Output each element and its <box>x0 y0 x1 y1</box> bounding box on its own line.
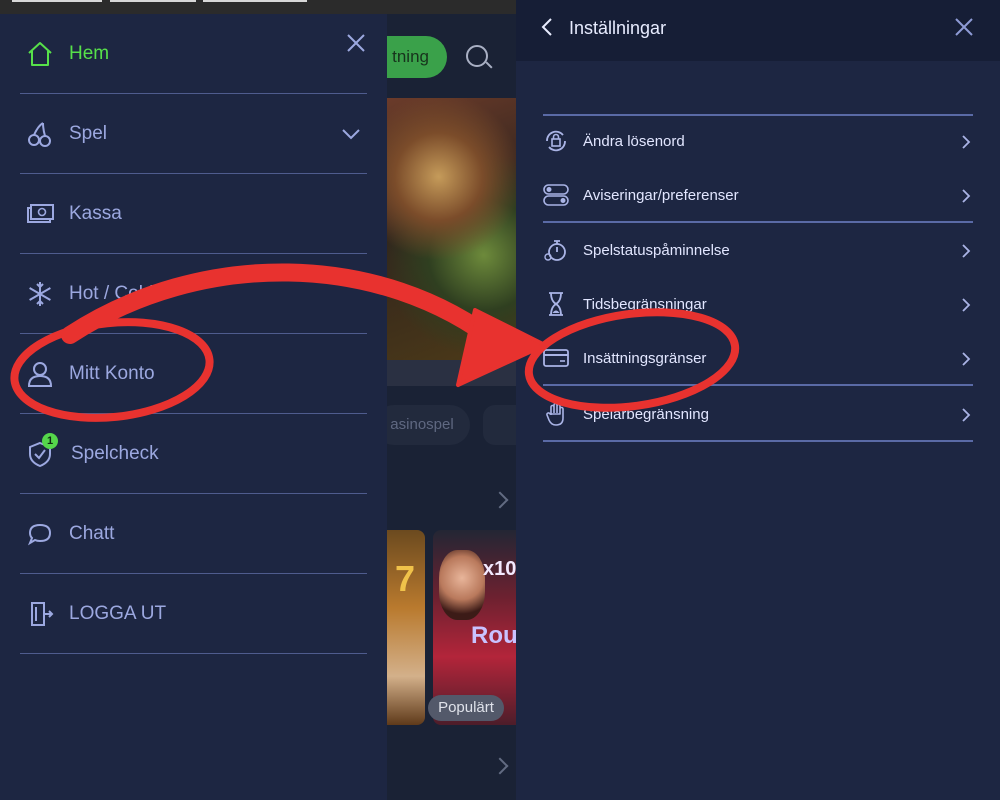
snowflake-icon <box>29 282 51 306</box>
menu-item-kassa[interactable]: Kassa <box>20 174 367 254</box>
back-arrow-icon[interactable] <box>538 17 556 37</box>
settings-item-notifications[interactable]: Aviseringar/preferenser <box>543 169 973 223</box>
menu-item-label: Hem <box>69 43 110 64</box>
menu-item-chatt[interactable]: Chatt <box>20 494 367 574</box>
status-pill <box>110 0 196 2</box>
notification-badge: 1 <box>42 433 58 449</box>
chevron-right-icon <box>962 298 971 312</box>
hand-icon <box>546 402 564 426</box>
chevron-right-icon <box>962 135 971 149</box>
page-title: Inställningar <box>569 18 667 38</box>
dealer-image <box>439 550 485 620</box>
cash-icon <box>27 204 54 223</box>
navigation-drawer: Hem Spel Kassa Hot / Cold Mitt Konto 1 S… <box>0 14 387 800</box>
lock-refresh-icon <box>546 130 566 152</box>
settings-item-time-limits[interactable]: Tidsbegränsningar <box>543 278 973 332</box>
menu-item-spelcheck[interactable]: 1 Spelcheck <box>20 414 367 494</box>
user-icon <box>27 362 53 387</box>
status-pill <box>12 0 102 2</box>
menu-item-label: Mitt Konto <box>69 363 155 384</box>
chevron-right-icon <box>962 408 971 422</box>
chat-icon <box>27 523 52 546</box>
settings-item-deposit-limits[interactable]: Insättningsgränser <box>543 332 973 386</box>
menu-item-label: Hot / Cold <box>69 283 154 304</box>
toggles-icon <box>543 184 569 206</box>
menu-item-hem[interactable]: Hem <box>20 14 367 94</box>
hourglass-icon <box>549 292 563 316</box>
banner-indicator <box>387 360 516 386</box>
menu-item-hot-cold[interactable]: Hot / Cold <box>20 254 367 334</box>
settings-item-label: Spelarbegränsning <box>583 406 709 423</box>
game-card-text: 7 <box>395 558 416 599</box>
status-bar <box>0 0 516 14</box>
settings-item-label: Aviseringar/preferenser <box>583 187 739 204</box>
menu-item-label: Spelcheck <box>71 443 159 464</box>
mobile-menu-screenshot: tning asinospel 7 x10 Rou Populärt Hem S… <box>0 0 516 800</box>
popular-badge: Populärt <box>428 695 504 721</box>
timer-icon <box>544 240 566 261</box>
cherries-icon <box>28 122 51 147</box>
menu-item-label: Chatt <box>69 523 115 544</box>
category-chip[interactable]: asinospel <box>374 405 470 445</box>
settings-screenshot: Inställningar Ändra lösenord Aviseringar… <box>516 0 1000 800</box>
close-icon[interactable] <box>954 17 974 37</box>
menu-item-label: LOGGA UT <box>69 603 167 624</box>
chevron-right-icon <box>962 189 971 203</box>
settings-item-label: Tidsbegränsningar <box>583 296 707 313</box>
chevron-right-icon <box>962 352 971 366</box>
game-card-text: x10 <box>483 558 516 580</box>
menu-item-spel[interactable]: Spel <box>20 94 367 174</box>
category-chip[interactable] <box>483 405 516 445</box>
status-pill <box>203 0 307 2</box>
chevron-right-icon <box>962 244 971 258</box>
settings-item-play-status-reminder[interactable]: Spelstatuspåminnelse <box>543 224 973 278</box>
hero-banner-image <box>387 98 516 360</box>
settings-item-player-restriction[interactable]: Spelarbegränsning <box>543 388 973 442</box>
menu-item-label: Spel <box>69 123 108 144</box>
game-card[interactable]: 7 <box>387 530 425 725</box>
home-icon <box>28 42 52 66</box>
credit-card-icon <box>543 349 569 367</box>
chevron-down-icon[interactable] <box>341 124 361 144</box>
settings-item-label: Spelstatuspåminnelse <box>583 242 730 259</box>
search-icon[interactable] <box>466 45 488 67</box>
settings-item-label: Insättningsgränser <box>583 350 707 367</box>
menu-item-logga-ut[interactable]: LOGGA UT <box>20 574 367 654</box>
menu-item-mitt-konto[interactable]: Mitt Konto <box>20 334 367 414</box>
game-card-text: Rou <box>471 622 516 649</box>
settings-item-change-password[interactable]: Ändra lösenord <box>543 115 973 169</box>
settings-item-label: Ändra lösenord <box>583 133 685 150</box>
logout-icon <box>31 602 54 626</box>
menu-item-label: Kassa <box>69 203 122 224</box>
settings-header: Inställningar <box>516 0 1000 61</box>
